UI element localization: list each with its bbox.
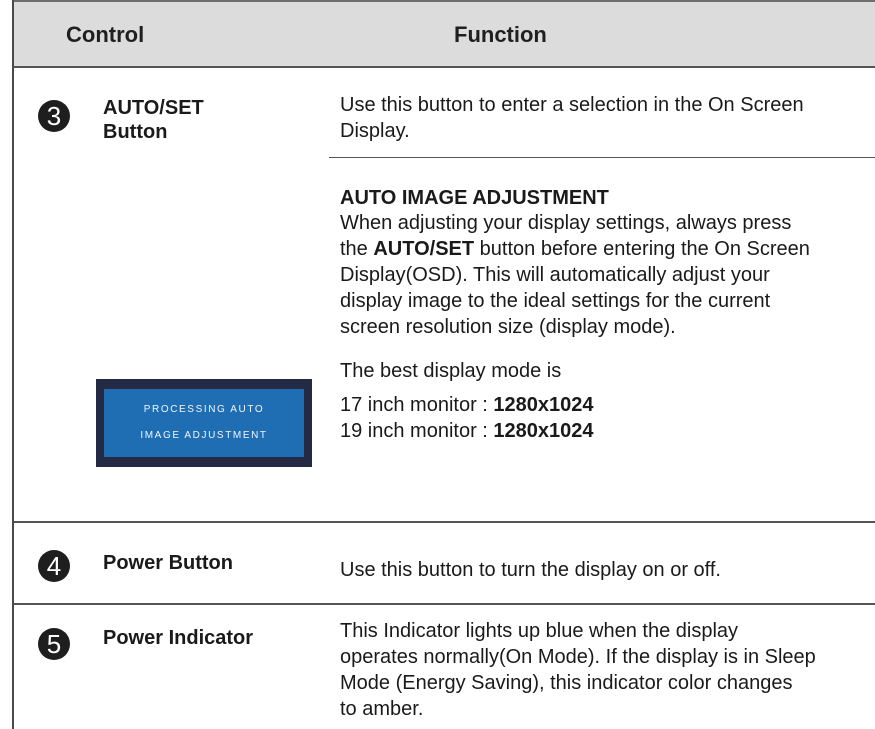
power-indicator-line2: operates normally(On Mode). If the displ…: [340, 646, 816, 668]
osd-line2: IMAGE ADJUSTMENT: [140, 430, 268, 441]
power-indicator-function: This Indicator lights up blue when the d…: [340, 618, 816, 722]
control-column-header: Control: [66, 22, 145, 47]
table-left-border: [12, 0, 14, 729]
number-4-icon: 4: [38, 550, 70, 582]
autoset-emphasis: AUTO/SET: [373, 238, 475, 260]
power-indicator-line3: Mode (Energy Saving), this indicator col…: [340, 672, 793, 694]
autoset-label-line2: Button: [103, 121, 168, 143]
function-divider: [329, 157, 875, 158]
auto-adjust-title: AUTO IMAGE ADJUSTMENT: [340, 187, 609, 209]
best-mode-section: The best display mode is 17 inch monitor…: [340, 358, 594, 444]
number-5-icon: 5: [38, 628, 70, 660]
best-mode-intro: The best display mode is: [340, 360, 562, 382]
table-header: Control Function: [14, 2, 875, 68]
monitor-19-line: 19 inch monitor : 1280x1024: [340, 420, 594, 442]
monitor-19-resolution: 1280x1024: [493, 420, 594, 442]
osd-preview-frame: PROCESSING AUTO IMAGE ADJUSTMENT: [96, 379, 312, 467]
power-indicator-label: Power Indicator: [103, 627, 254, 649]
auto-adjust-line5: screen resolution size (display mode).: [340, 316, 676, 338]
power-indicator-line1: This Indicator lights up blue when the d…: [340, 620, 739, 642]
auto-adjust-line1: When adjusting your display settings, al…: [340, 212, 792, 234]
osd-line1: PROCESSING AUTO: [143, 404, 265, 415]
autoset-function-line2: Display.: [340, 120, 410, 142]
auto-adjust-section: AUTO IMAGE ADJUSTMENT When adjusting you…: [340, 186, 810, 340]
autoset-function-line1: Use this button to enter a selection in …: [340, 94, 804, 116]
osd-preview-panel: PROCESSING AUTO IMAGE ADJUSTMENT: [104, 389, 304, 457]
autoset-function-text: Use this button to enter a selection in …: [340, 92, 804, 144]
row-divider-2: [14, 603, 875, 605]
auto-adjust-line4: display image to the ideal settings for …: [340, 290, 771, 312]
row-divider-1: [14, 521, 875, 523]
monitor-17-line: 17 inch monitor : 1280x1024: [340, 394, 594, 416]
autoset-button-label: AUTO/SET Button: [103, 96, 204, 144]
function-column-header: Function: [454, 22, 547, 47]
autoset-label-line1: AUTO/SET: [103, 97, 204, 119]
auto-adjust-line2: the AUTO/SET button before entering the …: [340, 238, 810, 260]
auto-adjust-line3: Display(OSD). This will automatically ad…: [340, 264, 770, 286]
power-button-function: Use this button to turn the display on o…: [340, 559, 721, 581]
number-3-icon: 3: [38, 100, 70, 132]
power-button-label: Power Button: [103, 552, 233, 574]
monitor-17-resolution: 1280x1024: [493, 394, 594, 416]
power-indicator-line4: to amber.: [340, 698, 424, 720]
